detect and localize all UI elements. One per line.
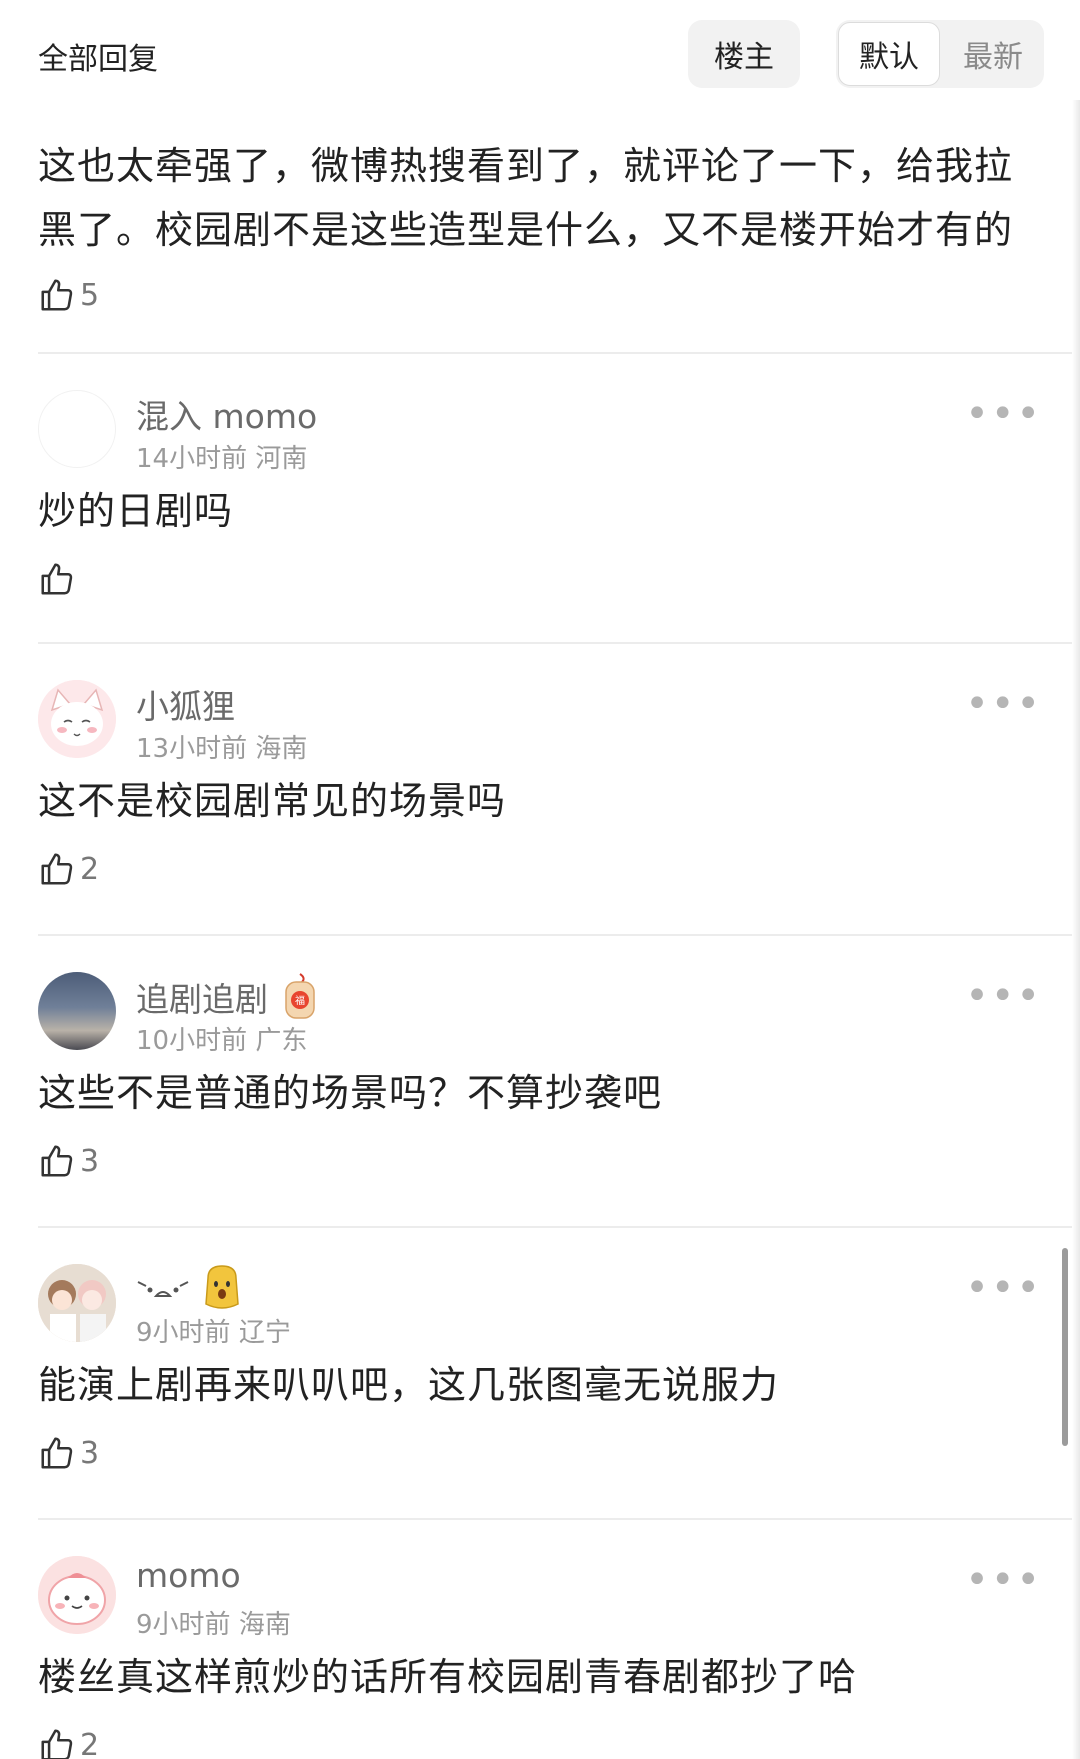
thumbs-up-icon (41, 1729, 73, 1759)
avatar[interactable] (38, 680, 116, 758)
comment-time: 13小时前 (136, 734, 248, 764)
comment-item: momo 9小时前 海南 ••• 楼丝真这样煎炒的话所有校园剧青春剧都抄了哈 2 (0, 1520, 1080, 1759)
comment-meta: 10小时前 广东 (136, 1020, 307, 1057)
avatar[interactable] (38, 390, 116, 468)
comment-text: 炒的日剧吗 (38, 489, 234, 533)
right-edge-shadow (1072, 0, 1080, 1759)
username[interactable] (136, 1264, 244, 1312)
owner-only-filter-button[interactable]: 楼主 (688, 20, 800, 88)
comment-location: 海南 (255, 734, 308, 764)
like-button[interactable]: 3 (38, 1142, 99, 1180)
first-comment-text: 这也太牵强了，微博热搜看到了，就评论了一下，给我拉黑了。校园剧不是这些造型是什么… (38, 144, 1014, 252)
avatar[interactable] (38, 1264, 116, 1342)
fox-avatar-icon (38, 680, 116, 758)
more-dots-icon[interactable]: ••• (965, 394, 1042, 434)
comment-text: 能演上剧再来叭叭吧，这几张图毫无说服力 (38, 1363, 780, 1407)
svg-text:福: 福 (295, 994, 305, 1007)
more-dots-icon[interactable]: ••• (965, 976, 1042, 1016)
thumbs-up-icon (41, 279, 73, 311)
comment-meta: 14小时前 河南 (136, 438, 307, 475)
sort-segmented-control: 默认 最新 (836, 20, 1044, 88)
more-dots-icon[interactable]: ••• (965, 1268, 1042, 1308)
like-button[interactable]: 2 (38, 1726, 99, 1759)
more-dots-icon[interactable]: ••• (965, 1560, 1042, 1600)
comment-item: 小狐狸 13小时前 海南 ••• 这不是校园剧常见的场景吗 2 (0, 644, 1080, 934)
comment-location: 辽宁 (238, 1318, 291, 1348)
vertical-scrollbar[interactable] (1062, 1248, 1068, 1446)
comment-text: 这不是校园剧常见的场景吗 (38, 779, 507, 823)
like-count: 3 (80, 1435, 100, 1471)
kaomoji-face-icon (137, 1281, 189, 1297)
comment-item: 9小时前 辽宁 ••• 能演上剧再来叭叭吧，这几张图毫无说服力 3 (0, 1228, 1080, 1518)
comment-item: 追剧追剧 福 10小时前 广东 ••• 这些不是普通的场景吗？不算抄袭吧 3 (0, 936, 1080, 1226)
more-dots-icon[interactable]: ••• (965, 684, 1042, 724)
comment-time: 14小时前 (136, 444, 248, 474)
comment-text: 楼丝真这样煎炒的话所有校园剧青春剧都抄了哈 (38, 1655, 858, 1699)
comment-meta: 9小时前 辽宁 (136, 1312, 291, 1349)
sort-latest-button[interactable]: 最新 (944, 22, 1042, 86)
like-button[interactable] (38, 560, 80, 598)
username-text: 追剧追剧 (136, 980, 268, 1019)
comment-meta: 13小时前 海南 (136, 728, 307, 765)
comment-location: 广东 (255, 1026, 308, 1056)
thumbs-up-icon (41, 563, 73, 595)
comment-item: 混入 momo 14小时前 河南 ••• 炒的日剧吗 (0, 354, 1080, 644)
like-count: 2 (80, 851, 100, 887)
comment-time: 9小时前 (136, 1318, 231, 1348)
comment-text: 这些不是普通的场景吗？不算抄袭吧 (38, 1071, 663, 1115)
comment-meta: 9小时前 海南 (136, 1604, 291, 1641)
comment-location: 海南 (238, 1610, 291, 1640)
username[interactable]: 小狐狸 (136, 680, 235, 728)
username[interactable]: momo (136, 1556, 241, 1595)
like-button[interactable]: 5 (38, 276, 99, 314)
username[interactable]: 追剧追剧 福 (136, 972, 320, 1022)
like-count: 3 (80, 1143, 100, 1179)
replies-header: 全部回复 楼主 默认 最新 (0, 0, 1080, 100)
comment-time: 9小时前 (136, 1610, 231, 1640)
sort-default-button[interactable]: 默认 (838, 22, 940, 86)
lucky-charm-badge-icon: 福 (285, 973, 315, 1019)
like-count: 2 (80, 1727, 100, 1759)
thumbs-up-icon (41, 1145, 73, 1177)
like-count: 5 (80, 277, 100, 313)
like-button[interactable]: 3 (38, 1434, 99, 1472)
anime-girls-avatar-icon (38, 1264, 116, 1342)
comment-time: 10小时前 (136, 1026, 248, 1056)
thumbs-up-icon (41, 1437, 73, 1469)
avatar[interactable] (38, 972, 116, 1050)
like-button[interactable]: 2 (38, 850, 99, 888)
yellow-dog-sticker-icon (205, 1265, 239, 1309)
header-title: 全部回复 (38, 42, 158, 77)
comment-location: 河南 (255, 444, 308, 474)
username[interactable]: 混入 momo (136, 390, 317, 438)
pink-creature-avatar-icon (38, 1556, 116, 1634)
thumbs-up-icon (41, 853, 73, 885)
avatar[interactable] (38, 1556, 116, 1634)
